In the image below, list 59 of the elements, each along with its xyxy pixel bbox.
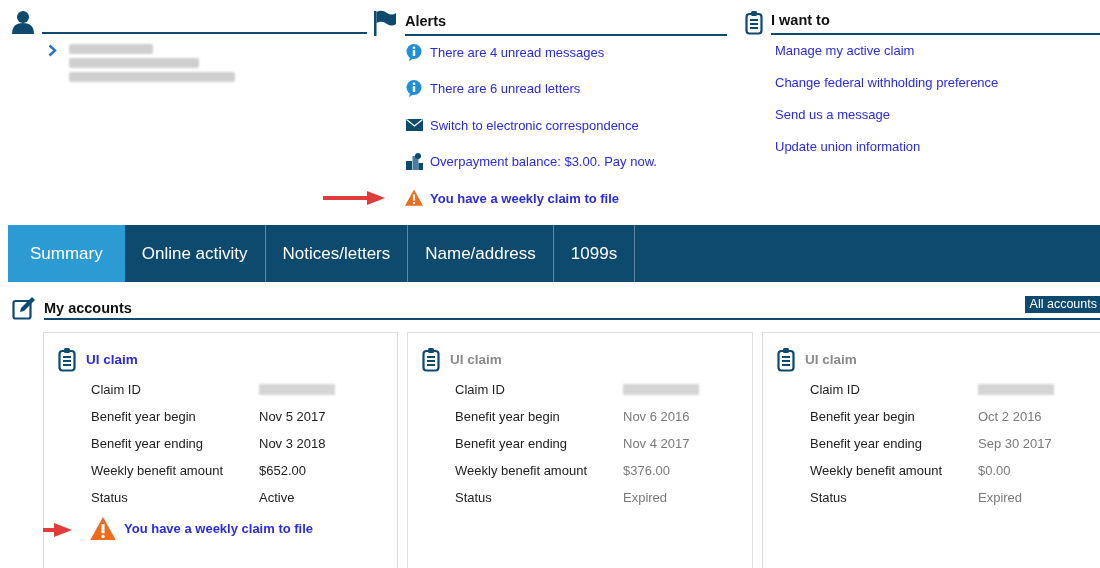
field-label: Benefit year begin	[91, 409, 197, 424]
alert-link[interactable]: Overpayment balance: $3.00. Pay now.	[430, 154, 657, 169]
weekly-claim-alert-link[interactable]: You have a weekly claim to file	[430, 190, 620, 206]
field-label: Status	[810, 490, 848, 505]
field-label: Claim ID	[91, 382, 142, 397]
field-label: Benefit year ending	[810, 436, 924, 451]
clipboard-icon	[745, 10, 763, 35]
field-label: Benefit year ending	[91, 436, 205, 451]
field-label: Claim ID	[455, 382, 506, 397]
field-value: $652.00	[259, 463, 307, 478]
warning-icon	[405, 189, 423, 207]
coin-stack-icon	[405, 153, 423, 170]
section-title: My accounts	[44, 300, 132, 316]
section-title: Alerts	[405, 13, 727, 36]
person-icon	[12, 10, 34, 34]
alert-link[interactable]: There are 4 unread messages	[430, 44, 605, 60]
clipboard-icon	[422, 347, 440, 372]
field-value: Nov 6 2016	[623, 409, 691, 424]
info-icon	[406, 43, 422, 61]
field-value: Nov 4 2017	[623, 436, 691, 451]
card-title: UI claim	[805, 352, 857, 367]
field-label: Benefit year ending	[455, 436, 569, 451]
action-link[interactable]: Send us a message	[775, 107, 1100, 122]
clipboard-icon	[777, 347, 795, 372]
alert-link[interactable]: There are 6 unread letters	[430, 81, 581, 96]
action-link[interactable]: Update union information	[775, 139, 1100, 154]
clipboard-icon	[58, 347, 76, 372]
field-value: Expired	[978, 490, 1024, 505]
card-title: UI claim	[450, 352, 502, 367]
field-value: Nov 3 2018	[259, 436, 327, 451]
field-label: Status	[91, 490, 129, 505]
field-label: Claim ID	[810, 382, 861, 397]
field-label: Weekly benefit amount	[91, 463, 224, 478]
field-label: Benefit year begin	[455, 409, 561, 424]
card-title[interactable]: UI claim	[86, 352, 138, 367]
field-value: Sep 30 2017	[978, 436, 1053, 451]
chevron-icon[interactable]	[48, 44, 57, 57]
field-label: Benefit year begin	[810, 409, 916, 424]
field-value: Nov 5 2017	[259, 409, 327, 424]
weekly-claim-alert-link[interactable]: You have a weekly claim to file	[124, 521, 314, 537]
action-link[interactable]: Manage my active claim	[775, 43, 1100, 58]
field-label: Weekly benefit amount	[455, 463, 588, 478]
arrow-icon	[323, 190, 385, 206]
warning-icon	[90, 517, 116, 541]
field-value: Oct 2 2016	[978, 409, 1043, 424]
field-label: Weekly benefit amount	[810, 463, 943, 478]
field-value: $0.00	[978, 463, 1012, 478]
field-value: $376.00	[623, 463, 671, 478]
section-title: I want to	[771, 12, 1100, 35]
envelope-icon	[405, 119, 423, 131]
edit-icon	[12, 296, 36, 320]
field-value: Active	[259, 490, 296, 505]
alert-link[interactable]: Switch to electronic correspondence	[430, 117, 639, 133]
info-icon	[406, 80, 422, 97]
all-accounts-button[interactable]: All accounts	[1024, 296, 1100, 313]
flag-icon	[373, 10, 397, 36]
field-label: Status	[455, 490, 493, 505]
field-value: Expired	[623, 490, 669, 505]
action-link[interactable]: Change federal withholding preference	[775, 75, 1100, 90]
